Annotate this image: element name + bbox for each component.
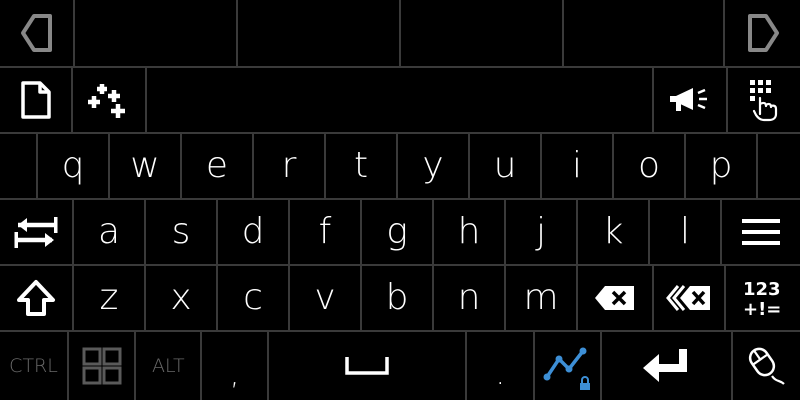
- space-bar-icon: [345, 357, 389, 375]
- graph-lock-icon: [543, 347, 591, 390]
- mouse-icon: [749, 347, 786, 385]
- document-button[interactable]: [0, 68, 73, 132]
- key-m[interactable]: m: [506, 266, 578, 330]
- key-t[interactable]: t: [326, 134, 398, 198]
- backspace-icon: [595, 286, 634, 310]
- letters-row-top: q w e r t y u i o p: [0, 134, 800, 200]
- ctrl-button[interactable]: CTRL: [0, 332, 70, 400]
- key-q[interactable]: q: [38, 134, 110, 198]
- key-j[interactable]: j: [506, 200, 578, 264]
- previous-button[interactable]: [0, 0, 75, 66]
- key-l[interactable]: l: [650, 200, 722, 264]
- keypad-hand-icon: [750, 80, 778, 122]
- key-i[interactable]: i: [542, 134, 614, 198]
- row-spacer-left: [0, 134, 38, 198]
- key-g[interactable]: g: [362, 200, 434, 264]
- key-b[interactable]: b: [362, 266, 434, 330]
- tab-arrows-icon: [14, 217, 58, 248]
- letters-row-bottom: z x c v b n m 123 +!=: [0, 266, 800, 332]
- key-v[interactable]: v: [290, 266, 362, 330]
- menu-icon: [742, 219, 780, 245]
- shift-icon: [17, 280, 55, 316]
- key-d[interactable]: d: [218, 200, 290, 264]
- alt-button[interactable]: ALT: [136, 332, 203, 400]
- space-bar[interactable]: [268, 332, 468, 400]
- empty-tools-area: [147, 68, 654, 132]
- period-key[interactable]: .: [467, 332, 536, 400]
- key-n[interactable]: n: [434, 266, 506, 330]
- delete-word-icon: [666, 285, 710, 311]
- suggestion-1[interactable]: [75, 0, 238, 66]
- suggestion-3[interactable]: [401, 0, 564, 66]
- menu-button[interactable]: [722, 200, 800, 264]
- letters-row-middle: a s d f g h j k l: [0, 200, 800, 266]
- svg-text:+!=: +!=: [743, 299, 781, 318]
- key-w[interactable]: w: [110, 134, 182, 198]
- key-f[interactable]: f: [290, 200, 362, 264]
- key-x[interactable]: x: [146, 266, 218, 330]
- enter-icon: [643, 349, 688, 382]
- key-u[interactable]: u: [470, 134, 542, 198]
- key-h[interactable]: h: [434, 200, 506, 264]
- add-shortcut-button[interactable]: [73, 68, 147, 132]
- backspace-button[interactable]: [578, 266, 654, 330]
- next-button[interactable]: [725, 0, 800, 66]
- suggestion-2[interactable]: [238, 0, 401, 66]
- windows-icon: [82, 347, 122, 385]
- delete-word-button[interactable]: [654, 266, 726, 330]
- tools-row: [0, 68, 800, 134]
- row-spacer-right: [758, 134, 800, 198]
- windows-button[interactable]: [69, 332, 137, 400]
- triangle-left-icon: [20, 14, 52, 52]
- numbers-symbols-icon: 123 +!=: [743, 279, 781, 318]
- key-s[interactable]: s: [146, 200, 218, 264]
- key-p[interactable]: p: [686, 134, 758, 198]
- enter-button[interactable]: [601, 332, 733, 400]
- mouse-button[interactable]: [732, 332, 800, 400]
- key-y[interactable]: y: [398, 134, 470, 198]
- key-a[interactable]: a: [74, 200, 146, 264]
- voice-announce-button[interactable]: [654, 68, 728, 132]
- graph-lock-button[interactable]: [535, 332, 602, 400]
- keypad-button[interactable]: [728, 68, 800, 132]
- suggestion-row: [0, 0, 800, 68]
- tab-button[interactable]: [0, 200, 74, 264]
- triangle-right-icon: [747, 14, 779, 52]
- document-icon: [20, 81, 51, 119]
- comma-key[interactable]: ,: [202, 332, 269, 400]
- key-k[interactable]: k: [578, 200, 650, 264]
- shift-button[interactable]: [0, 266, 74, 330]
- suggestion-4[interactable]: [564, 0, 725, 66]
- key-c[interactable]: c: [218, 266, 290, 330]
- key-e[interactable]: e: [182, 134, 254, 198]
- key-o[interactable]: o: [614, 134, 686, 198]
- virtual-keyboard: q w e r t y u i o p a s d f g h j k l z …: [0, 0, 800, 400]
- svg-text:123: 123: [743, 279, 781, 300]
- megaphone-icon: [670, 88, 707, 111]
- key-z[interactable]: z: [74, 266, 146, 330]
- numbers-symbols-button[interactable]: 123 +!=: [726, 266, 800, 330]
- plus-cluster-icon: [88, 84, 125, 118]
- key-r[interactable]: r: [254, 134, 326, 198]
- bottom-row: CTRL ALT , .: [0, 332, 800, 400]
